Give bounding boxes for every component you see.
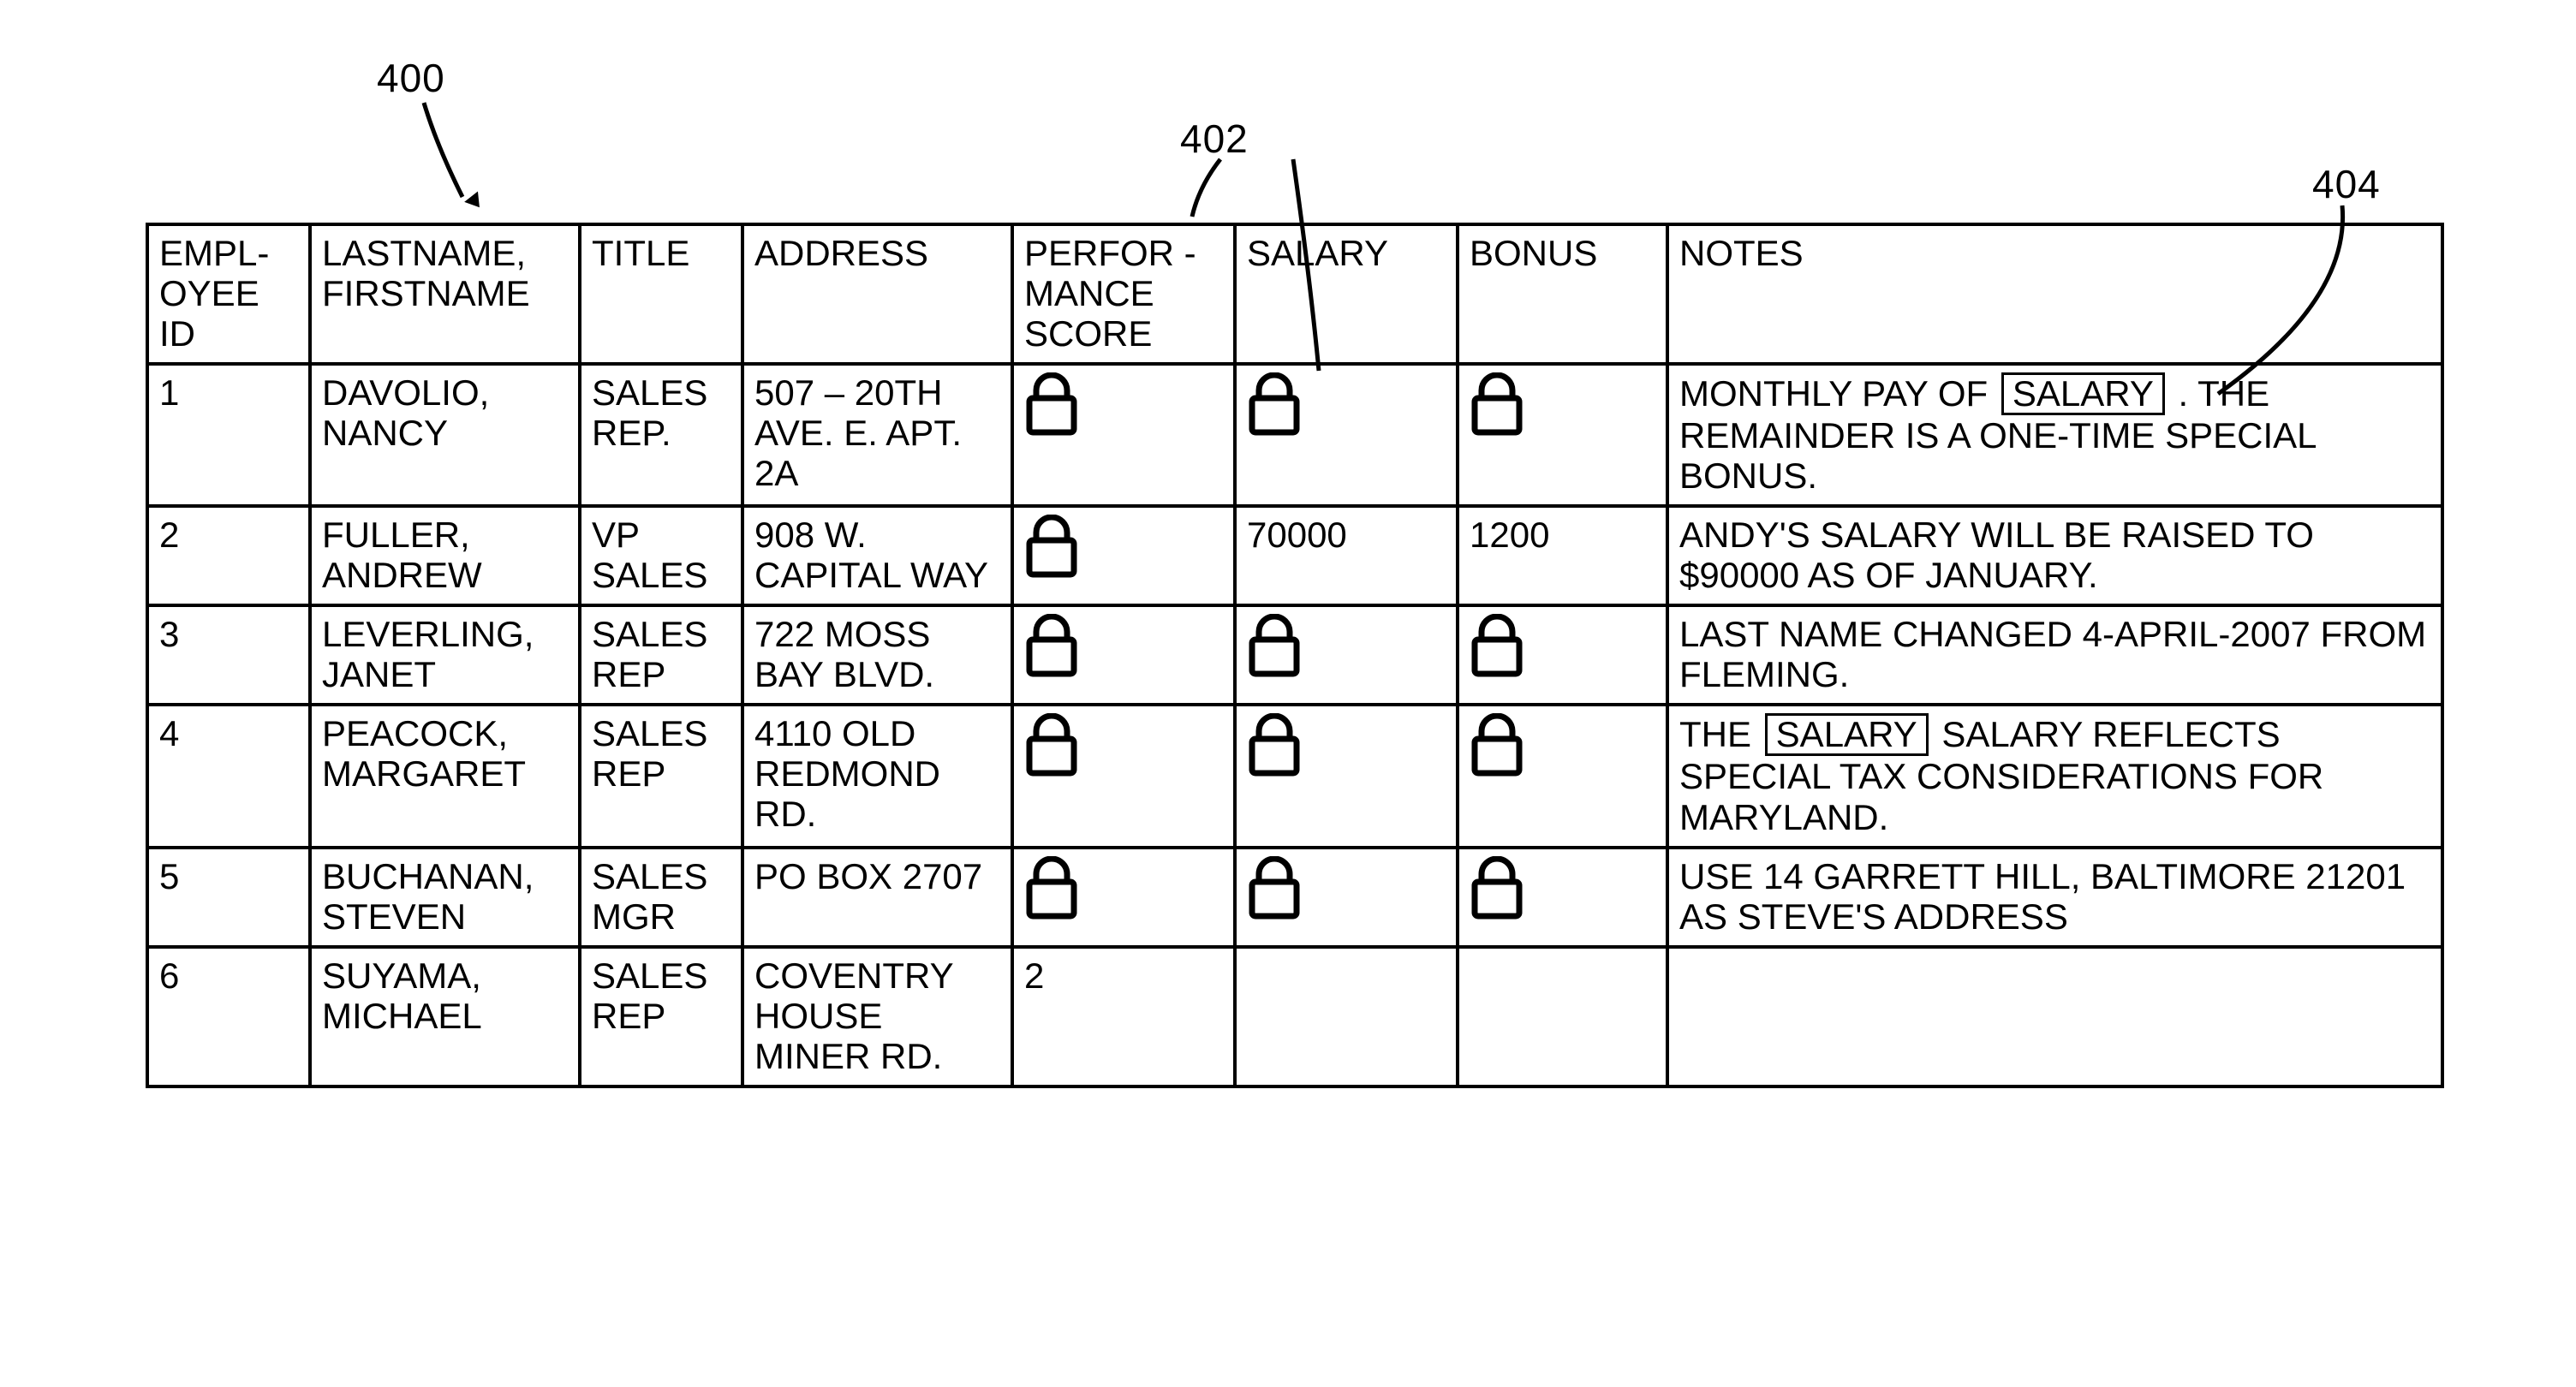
cell-name: LEVERLING, JANET — [310, 605, 580, 705]
cell-salary — [1235, 947, 1458, 1086]
col-perf: PERFOR -MANCE SCORE — [1012, 224, 1235, 364]
lock-icon — [1470, 713, 1655, 778]
cell-title: SALES REP. — [580, 364, 742, 506]
cell-bonus — [1458, 364, 1667, 506]
lock-icon — [1247, 372, 1446, 438]
cell-name: BUCHANAN, STEVEN — [310, 848, 580, 947]
cell-name: PEACOCK, MARGARET — [310, 705, 580, 847]
table-row: 4PEACOCK, MARGARETSALES REP4110 OLD REDM… — [147, 705, 2442, 847]
col-bonus: BONUS — [1458, 224, 1667, 364]
cell-name: SUYAMA, MICHAEL — [310, 947, 580, 1086]
col-salary: SALARY — [1235, 224, 1458, 364]
lock-icon — [1247, 856, 1446, 921]
notes-content: MONTHLY PAY OF SALARY . THE REMAINDER IS… — [1679, 373, 2316, 496]
table-row: 2FULLER, ANDREWVP SALES908 W. CAPITAL WA… — [147, 506, 2442, 605]
cell-name: DAVOLIO, NANCY — [310, 364, 580, 506]
cell-id: 4 — [147, 705, 310, 847]
cell-bonus — [1458, 605, 1667, 705]
cell-addr: 4110 OLD REDMOND RD. — [742, 705, 1012, 847]
cell-id: 3 — [147, 605, 310, 705]
cell-bonus — [1458, 947, 1667, 1086]
cell-salary — [1235, 605, 1458, 705]
cell-notes: LAST NAME CHANGED 4-APRIL-2007 FROM FLEM… — [1667, 605, 2442, 705]
cell-bonus — [1458, 848, 1667, 947]
table-row: 3LEVERLING, JANETSALES REP722 MOSS BAY B… — [147, 605, 2442, 705]
table-row: 1DAVOLIO, NANCYSALES REP.507 – 20TH AVE.… — [147, 364, 2442, 506]
table-row: 6SUYAMA, MICHAELSALES REPCOVENTRY HOUSE … — [147, 947, 2442, 1086]
lock-icon — [1024, 856, 1223, 921]
cell-perf — [1012, 506, 1235, 605]
col-title: TITLE — [580, 224, 742, 364]
lock-icon — [1470, 372, 1655, 438]
notes-content: LAST NAME CHANGED 4-APRIL-2007 FROM FLEM… — [1679, 614, 2426, 694]
cell-salary — [1235, 705, 1458, 847]
cell-salary: 70000 — [1235, 506, 1458, 605]
table-row: 5BUCHANAN, STEVENSALES MGRPO BOX 2707 US… — [147, 848, 2442, 947]
cell-addr: 507 – 20TH AVE. E. APT. 2A — [742, 364, 1012, 506]
redacted-token: SALARY — [2001, 372, 2165, 415]
cell-notes: USE 14 GARRETT HILL, BALTIMORE 21201 AS … — [1667, 848, 2442, 947]
lock-icon — [1247, 614, 1446, 679]
cell-notes: THE SALARY SALARY REFLECTS SPECIAL TAX C… — [1667, 705, 2442, 847]
notes-content: THE SALARY SALARY REFLECTS SPECIAL TAX C… — [1679, 714, 2323, 836]
cell-addr: 722 MOSS BAY BLVD. — [742, 605, 1012, 705]
cell-salary — [1235, 364, 1458, 506]
cell-perf — [1012, 364, 1235, 506]
lock-icon — [1024, 515, 1223, 580]
cell-perf — [1012, 605, 1235, 705]
col-id: EMPL-OYEE ID — [147, 224, 310, 364]
lock-icon — [1247, 713, 1446, 778]
cell-addr: COVENTRY HOUSE MINER RD. — [742, 947, 1012, 1086]
cell-perf — [1012, 705, 1235, 847]
cell-salary — [1235, 848, 1458, 947]
col-notes: NOTES — [1667, 224, 2442, 364]
cell-id: 2 — [147, 506, 310, 605]
cell-title: SALES REP — [580, 605, 742, 705]
cell-title: SALES REP — [580, 947, 742, 1086]
cell-notes: MONTHLY PAY OF SALARY . THE REMAINDER IS… — [1667, 364, 2442, 506]
employee-table: EMPL-OYEE ID LASTNAME, FIRSTNAME TITLE A… — [146, 223, 2444, 1088]
cell-title: SALES MGR — [580, 848, 742, 947]
cell-perf: 2 — [1012, 947, 1235, 1086]
cell-id: 6 — [147, 947, 310, 1086]
notes-content: USE 14 GARRETT HILL, BALTIMORE 21201 AS … — [1679, 856, 2406, 937]
cell-addr: 908 W. CAPITAL WAY — [742, 506, 1012, 605]
lock-icon — [1024, 713, 1223, 778]
cell-notes: ANDY'S SALARY WILL BE RAISED TO $90000 A… — [1667, 506, 2442, 605]
lock-icon — [1470, 856, 1655, 921]
table-header-row: EMPL-OYEE ID LASTNAME, FIRSTNAME TITLE A… — [147, 224, 2442, 364]
lock-icon — [1470, 614, 1655, 679]
cell-name: FULLER, ANDREW — [310, 506, 580, 605]
cell-id: 5 — [147, 848, 310, 947]
cell-perf — [1012, 848, 1235, 947]
cell-notes — [1667, 947, 2442, 1086]
cell-title: VP SALES — [580, 506, 742, 605]
cell-addr: PO BOX 2707 — [742, 848, 1012, 947]
lock-icon — [1024, 372, 1223, 438]
cell-bonus — [1458, 705, 1667, 847]
ref-leader-400 — [377, 94, 480, 214]
col-name: LASTNAME, FIRSTNAME — [310, 224, 580, 364]
cell-title: SALES REP — [580, 705, 742, 847]
col-addr: ADDRESS — [742, 224, 1012, 364]
cell-id: 1 — [147, 364, 310, 506]
redacted-token: SALARY — [1765, 713, 1929, 756]
notes-content: ANDY'S SALARY WILL BE RAISED TO $90000 A… — [1679, 515, 2314, 595]
employee-table-figure: EMPL-OYEE ID LASTNAME, FIRSTNAME TITLE A… — [146, 223, 2441, 1088]
cell-bonus: 1200 — [1458, 506, 1667, 605]
lock-icon — [1024, 614, 1223, 679]
